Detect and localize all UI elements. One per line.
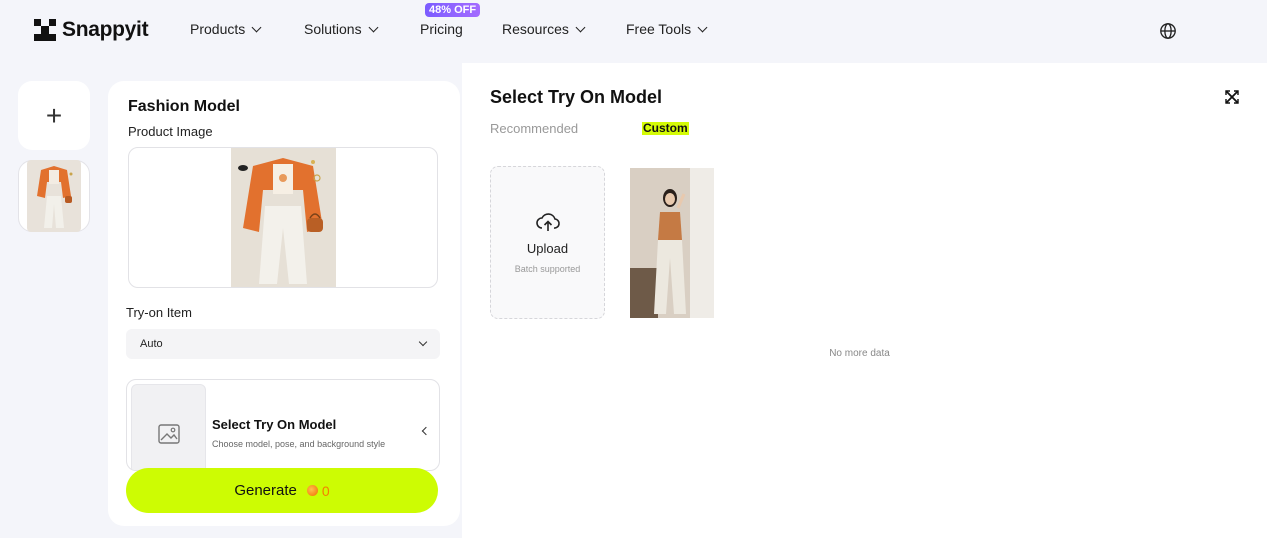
model-card-description: Choose model, pose, and background style: [212, 439, 386, 449]
cloud-upload-icon: [535, 213, 560, 231]
chevron-down-icon: [697, 22, 708, 32]
plus-icon: +: [45, 99, 63, 131]
upload-hint: Batch supported: [514, 264, 581, 274]
product-image-box[interactable]: [128, 147, 438, 288]
no-more-data-text: No more data: [829, 348, 890, 359]
nav-resources[interactable]: Resources: [502, 21, 586, 37]
fashion-model-panel: Fashion Model Product Image Try-on Item …: [108, 81, 460, 526]
nav-products-label: Products: [190, 21, 246, 37]
tryon-item-value: Auto: [140, 338, 163, 350]
select-model-card[interactable]: Select Try On Model Choose model, pose, …: [126, 379, 440, 471]
chevron-down-icon: [251, 22, 262, 32]
tab-custom[interactable]: Custom: [642, 122, 689, 135]
logo-mark-icon: [34, 19, 56, 41]
tryon-item-label: Try-on Item: [126, 305, 192, 320]
custom-model-photo[interactable]: [630, 168, 714, 318]
nav-resources-label: Resources: [502, 21, 569, 37]
nav-pricing[interactable]: Pricing: [420, 21, 463, 37]
nav-free-tools[interactable]: Free Tools: [626, 21, 708, 37]
model-card-title: Select Try On Model: [212, 417, 337, 432]
add-project-button[interactable]: +: [18, 81, 90, 150]
generate-label: Generate: [234, 482, 297, 499]
panel-title: Fashion Model: [128, 98, 240, 115]
credit-cost: 0: [306, 482, 330, 499]
nav-free-tools-label: Free Tools: [626, 21, 692, 37]
close-icon[interactable]: [1225, 90, 1239, 104]
tryon-item-select[interactable]: Auto: [126, 329, 440, 359]
select-model-title: Select Try On Model: [490, 87, 663, 107]
coin-icon: [306, 485, 318, 496]
upload-button[interactable]: Upload Batch supported: [490, 166, 605, 319]
product-image-label: Product Image: [128, 124, 213, 139]
credit-cost-value: 0: [321, 482, 330, 499]
chevron-down-icon: [418, 337, 428, 347]
globe-icon[interactable]: [1159, 22, 1177, 40]
model-placeholder: [131, 384, 206, 470]
select-model-panel: Select Try On Model Recommended Custom U…: [462, 63, 1267, 538]
image-placeholder-icon: [157, 424, 180, 444]
upload-label: Upload: [526, 241, 569, 256]
chevron-down-icon: [368, 22, 379, 32]
promo-badge: 48% OFF: [425, 3, 481, 17]
brand-logo[interactable]: Snappyit: [34, 18, 149, 42]
tab-recommended[interactable]: Recommended: [490, 121, 578, 136]
product-image: [231, 148, 336, 287]
nav-solutions-label: Solutions: [304, 21, 362, 37]
nav-products[interactable]: Products: [190, 21, 262, 37]
chevron-left-icon: [421, 426, 431, 436]
brand-name: Snappyit: [62, 18, 149, 41]
generate-button[interactable]: Generate 0: [126, 468, 438, 513]
nav-pricing-label: Pricing: [420, 21, 463, 37]
chevron-down-icon: [575, 22, 586, 32]
nav-solutions[interactable]: Solutions: [304, 21, 379, 37]
project-thumbnail[interactable]: [18, 160, 90, 232]
top-nav: Snappyit Products Solutions 48% OFF Pric…: [0, 0, 1267, 63]
product-thumbnail-image: [27, 160, 81, 232]
